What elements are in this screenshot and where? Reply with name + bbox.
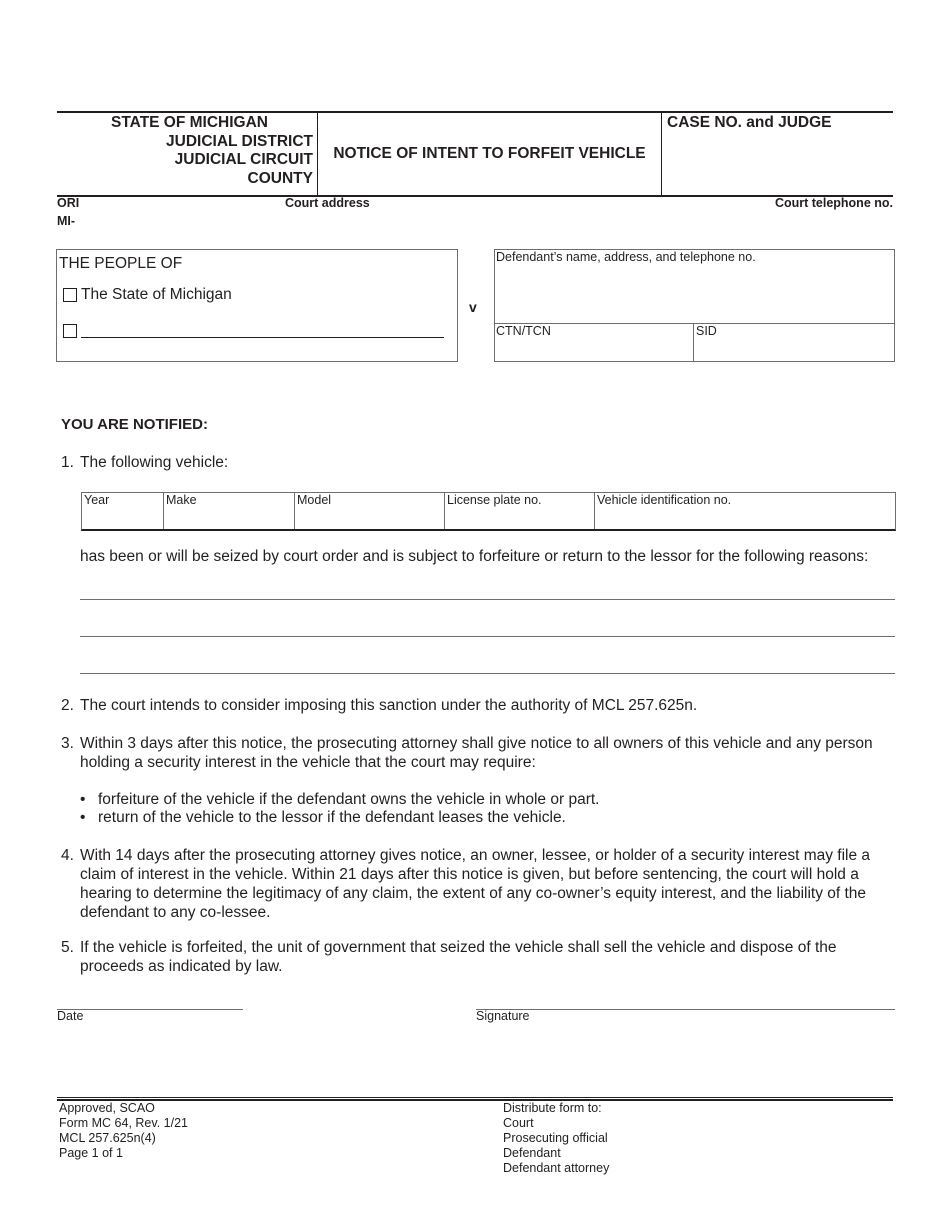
date-field[interactable]	[57, 1009, 243, 1010]
item-number: 1.	[61, 454, 74, 471]
bullet-icon: •	[80, 809, 86, 826]
vin-field[interactable]: Vehicle identification no.	[595, 493, 895, 529]
item-text: If the vehicle is forfeited, the unit of…	[80, 939, 837, 975]
sid-field[interactable]: SID	[696, 324, 717, 338]
defendant-box	[494, 249, 895, 362]
vehicle-table: Year Make Model License plate no. Vehicl…	[81, 492, 896, 531]
item-text: The following vehicle:	[80, 454, 229, 471]
court-jurisdiction: STATE OF MICHIGAN JUDICIAL DISTRICT JUDI…	[57, 114, 313, 188]
defendant-box-divider	[494, 323, 894, 324]
form-title: NOTICE OF INTENT TO FORFEIT VEHICLE	[333, 144, 646, 162]
state-of-michigan-checkbox[interactable]	[63, 288, 77, 302]
bullet-text: return of the vehicle to the lessor if t…	[98, 809, 566, 826]
distribution-item: Court	[503, 1116, 534, 1130]
county-label: COUNTY	[247, 169, 313, 187]
court-address-field[interactable]: Court address	[285, 196, 370, 210]
vehicle-make-field[interactable]: Make	[164, 493, 295, 529]
state-of-michigan-label: The State of Michigan	[81, 286, 232, 303]
form-info: Approved, SCAO Form MC 64, Rev. 1/21 MCL…	[59, 1101, 188, 1161]
header-divider	[661, 112, 662, 195]
item-number: 4.	[61, 847, 74, 864]
item-number: 2.	[61, 697, 74, 714]
reason-line[interactable]	[80, 599, 895, 600]
distribution-item: Prosecuting official	[503, 1131, 608, 1145]
statute-reference: MCL 257.625n(4)	[59, 1131, 156, 1145]
item-number: 3.	[61, 735, 74, 752]
distribution-item: Defendant attorney	[503, 1161, 610, 1175]
distribution-heading: Distribute form to:	[503, 1101, 602, 1115]
distribution-list: Distribute form to: Court Prosecuting of…	[503, 1101, 609, 1176]
notified-heading: YOU ARE NOTIFIED:	[61, 416, 208, 433]
other-plaintiff-field[interactable]	[81, 337, 444, 338]
footer-rule	[57, 1097, 893, 1098]
ori-field[interactable]: MI-	[57, 214, 75, 228]
list-item: • return of the vehicle to the lessor if…	[80, 808, 599, 826]
bullet-text: forfeiture of the vehicle if the defenda…	[98, 791, 600, 808]
ctn-tcn-field[interactable]: CTN/TCN	[496, 324, 551, 338]
state-label: STATE OF MICHIGAN	[111, 114, 268, 131]
item-3-bullets: • forfeiture of the vehicle if the defen…	[80, 790, 599, 826]
item-number: 5.	[61, 939, 74, 956]
approval-text: Approved, SCAO	[59, 1101, 155, 1115]
vehicle-model-field[interactable]: Model	[295, 493, 445, 529]
vehicle-year-field[interactable]: Year	[82, 493, 164, 529]
distribution-item: Defendant	[503, 1146, 561, 1160]
reason-line[interactable]	[80, 636, 895, 637]
item-text: The court intends to consider imposing t…	[80, 697, 698, 714]
signature-label: Signature	[476, 1009, 530, 1023]
page-number: Page 1 of 1	[59, 1146, 123, 1160]
versus-label: v	[469, 299, 477, 315]
plaintiff-title: THE PEOPLE OF	[59, 255, 183, 272]
court-telephone-field[interactable]: Court telephone no.	[775, 196, 893, 210]
defendant-box-divider	[693, 323, 694, 361]
date-label: Date	[57, 1009, 84, 1023]
signature-field[interactable]	[476, 1009, 895, 1010]
ori-label: ORI	[57, 196, 80, 210]
reason-line[interactable]	[80, 673, 895, 674]
item-text: With 14 days after the prosecuting attor…	[80, 847, 871, 921]
list-item: • forfeiture of the vehicle if the defen…	[80, 790, 599, 808]
license-plate-field[interactable]: License plate no.	[445, 493, 595, 529]
seized-statement: has been or will be seized by court orde…	[80, 548, 869, 565]
form-number: Form MC 64, Rev. 1/21	[59, 1116, 188, 1130]
judicial-district-label: JUDICIAL DISTRICT	[166, 132, 313, 150]
judicial-circuit-label: JUDICIAL CIRCUIT	[174, 151, 313, 168]
other-plaintiff-checkbox[interactable]	[63, 324, 77, 338]
defendant-info-field[interactable]: Defendant’s name, address, and telephone…	[496, 250, 756, 264]
bullet-icon: •	[80, 791, 86, 808]
item-text: Within 3 days after this notice, the pro…	[80, 735, 873, 771]
header-bottom-rule	[57, 195, 893, 197]
case-number-field[interactable]: CASE NO. and JUDGE	[667, 114, 832, 132]
